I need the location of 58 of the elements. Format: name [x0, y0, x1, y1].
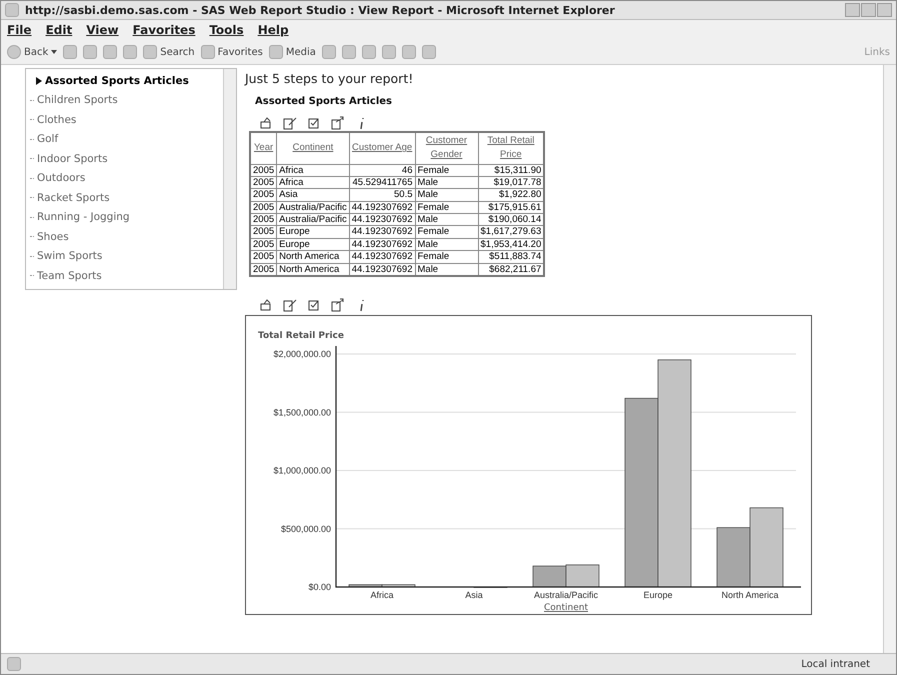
table-cell: 2005	[250, 238, 277, 251]
category-label: Europe	[643, 590, 673, 600]
category-label: North America	[721, 590, 779, 600]
table-cell: Europe	[276, 226, 350, 238]
window-title: http://sasbi.demo.sas.com - SAS Web Report Studio : View Report - Microsoft Internet Explorer	[25, 4, 615, 16]
table-cell: $1,953,414.20	[478, 238, 544, 251]
table-cell: Female	[415, 226, 478, 238]
report-heading: Just 5 steps to your report!	[245, 71, 414, 86]
table-cell: Female	[415, 201, 478, 214]
table-cell: 44.192307692	[349, 226, 415, 238]
category-label: Africa	[370, 590, 394, 600]
table-cell: 2005	[250, 201, 277, 214]
table-cell: Male	[415, 214, 478, 226]
tick-label: $1,000,000.00	[273, 466, 331, 476]
tick-label: $1,500,000.00	[273, 407, 331, 418]
table-cell: Australia/Pacific	[276, 201, 350, 214]
table-cell: North America	[276, 250, 350, 264]
table-cell: 46	[349, 164, 415, 176]
table-cell: 45.529411765	[349, 176, 415, 189]
table-cell: Africa	[276, 176, 350, 189]
table-cell: 2005	[250, 176, 277, 189]
table-cell: 2005	[250, 250, 277, 264]
table-cell: $1,617,279.63	[478, 226, 544, 238]
table-cell: 44.192307692	[349, 214, 415, 226]
table-cell: 2005	[250, 164, 277, 176]
table-cell: Female	[415, 164, 478, 176]
table-cell: $190,060.14	[478, 214, 544, 226]
table-cell: 2005	[250, 214, 277, 226]
axis-title: Total Retail Price	[258, 331, 344, 342]
table-cell: Male	[415, 263, 478, 276]
table-cell: North America	[276, 263, 350, 276]
tick-label: $500,000.00	[280, 524, 331, 534]
table-cell: 2005	[250, 188, 277, 202]
table-cell: Africa	[276, 164, 350, 176]
table-cell: Asia	[276, 188, 350, 202]
tick-label: $2,000,000.00	[273, 349, 331, 360]
table-cell: Australia/Pacific	[276, 214, 350, 226]
table-cell: 44.192307692	[349, 201, 415, 214]
table-cell: $511,883.74	[478, 250, 544, 264]
table-cell: 44.192307692	[349, 238, 415, 251]
category-label: Australia/Pacific	[534, 590, 598, 600]
table-cell: 44.192307692	[349, 263, 415, 276]
table-cell: $15,311.90	[478, 164, 544, 176]
category-label: Asia	[465, 590, 483, 600]
table-cell: Male	[415, 238, 478, 251]
table-cell: 50.5	[349, 188, 415, 202]
table-cell: Europe	[276, 238, 350, 251]
table-cell: Female	[415, 250, 478, 264]
table-cell: $175,915.61	[478, 201, 544, 214]
section-title: Assorted Sports Articles	[255, 96, 393, 107]
tick-label: $0.00	[308, 582, 331, 592]
table-cell: 2005	[250, 226, 277, 238]
table-cell: $19,017.78	[478, 176, 544, 189]
table-cell: 44.192307692	[349, 250, 415, 264]
table-cell: Male	[415, 188, 478, 202]
table-cell: $1,922.80	[478, 188, 544, 202]
zone-label: Local intranet	[801, 658, 870, 670]
table-cell: Male	[415, 176, 478, 189]
